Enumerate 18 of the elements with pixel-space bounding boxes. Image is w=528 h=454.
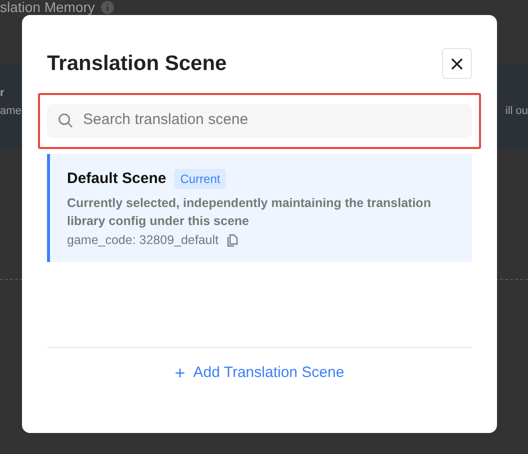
search-field[interactable]: Search translation scene	[47, 104, 472, 138]
background-text: ame	[0, 104, 22, 119]
search-input[interactable]: Search translation scene	[83, 109, 461, 132]
background-text: ill ou	[505, 104, 528, 119]
dialog-title: Translation Scene	[47, 51, 227, 77]
plus-icon: +	[174, 364, 186, 382]
close-icon	[451, 58, 463, 70]
add-scene-button[interactable]: + Add Translation Scene	[174, 362, 344, 384]
game-code: game_code: 32809_default	[67, 232, 219, 249]
scene-name: Default Scene	[67, 168, 166, 188]
scene-item[interactable]: Default Scene Current Currently selected, independently maintaining the translation library config under this scene game_code: 32809_default	[47, 154, 472, 262]
current-badge: Current	[174, 168, 226, 189]
close-button[interactable]	[442, 48, 472, 80]
info-icon	[100, 1, 114, 14]
page-title: slation Memory	[0, 0, 95, 15]
search-icon	[58, 113, 73, 128]
background-text: r	[0, 86, 4, 101]
copy-icon[interactable]	[226, 234, 238, 247]
